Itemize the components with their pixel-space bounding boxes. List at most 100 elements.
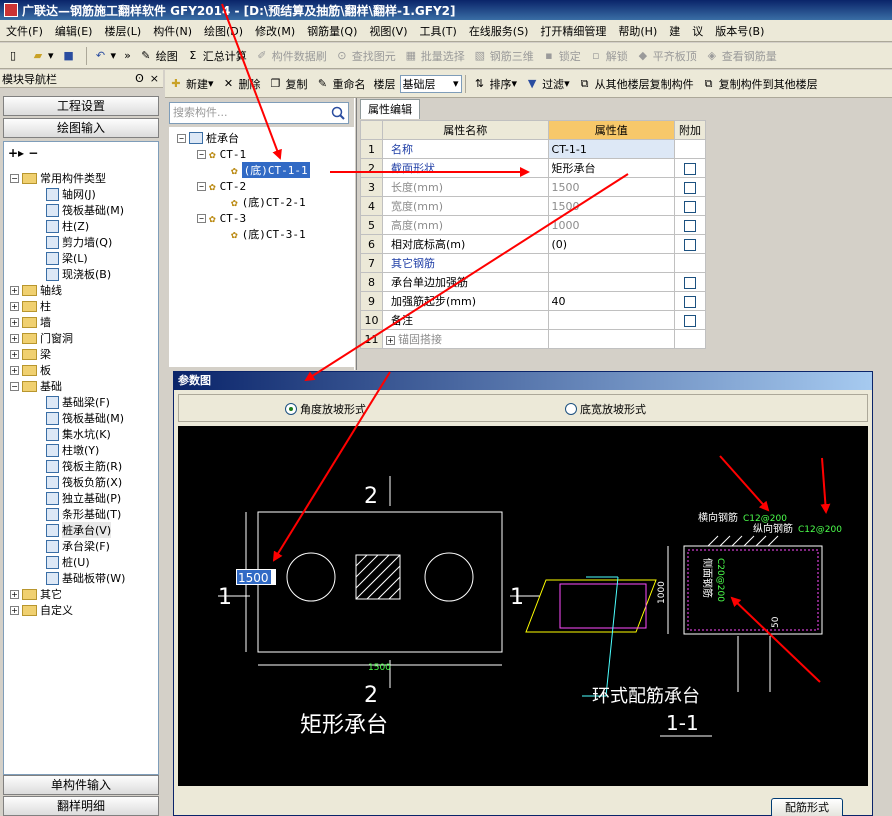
collapse-icon[interactable]: − [10,381,19,391]
comp-node-ct1[interactable]: − ✿ CT-1 [197,146,246,162]
collapse-icon[interactable]: − [177,133,186,143]
col-name-header[interactable]: 属性名称 [381,120,549,140]
tree-item-pier[interactable]: 柱墩(Y) [46,442,99,458]
close-icon[interactable]: × [150,72,159,85]
prop-value[interactable]: CT-1-1 [547,139,676,159]
prop-add[interactable] [674,196,706,216]
undo-button[interactable]: ↶ ▾ [90,49,121,63]
collapse-icon[interactable]: − [197,181,206,191]
menu-online[interactable]: 在线服务(S) [463,23,535,39]
sum-calc-button[interactable]: Σ 汇总计算 [182,48,251,64]
collapse-icon[interactable]: − [197,149,206,159]
open-file-button[interactable]: ▰ ▾ [27,49,58,63]
table-row[interactable]: 11 + 锚固搭接 [360,329,706,349]
expand-icon[interactable]: + [10,605,19,615]
prop-value[interactable] [547,310,676,330]
expand-icon[interactable]: + [385,335,395,345]
comp-node-pile-cap[interactable]: − 桩承台 [177,130,239,146]
comp-node-ct1-1[interactable]: ✿ (底)CT-1-1 [231,162,310,178]
tree-item-grid[interactable]: 轴网(J) [46,186,96,202]
tree-item-raft-found[interactable]: 筏板基础(M) [46,410,124,426]
brush-button[interactable]: ✐ 构件数据刷 [251,48,331,64]
new-component-button[interactable]: ✚ 新建 ▾ [165,76,218,92]
new-file-button[interactable]: ▯ [2,49,27,63]
prop-value[interactable]: (0) [547,234,676,254]
comp-node-ct2-1[interactable]: ✿ (底)CT-2-1 [231,194,306,210]
flat-slab-button[interactable]: ◆ 平齐板顶 [632,48,701,64]
unlock-button[interactable]: ▫ 解锁 [585,48,632,64]
prop-value[interactable] [547,272,676,292]
project-settings-button[interactable]: 工程设置 [3,96,159,116]
prop-add[interactable] [674,215,706,235]
prop-add[interactable] [674,234,706,254]
table-row[interactable]: 10 备注 [360,310,706,330]
table-row[interactable]: 3 长度(mm) 1500 [360,177,706,197]
chevron-down-icon[interactable]: ▾ [453,77,459,90]
tree-item-pile[interactable]: 桩(U) [46,554,90,570]
save-button[interactable]: ■ [58,49,83,63]
prop-add[interactable] [674,158,706,178]
tree-item-other[interactable]: + 其它 [10,586,62,602]
prop-value[interactable]: 40 [547,291,676,311]
pin-icon[interactable]: ʘ [135,72,144,85]
table-row[interactable]: 2 截面形状 矩形承台 [360,158,706,178]
menu-tools[interactable]: 工具(T) [414,23,463,39]
expand-icon[interactable]: + [10,333,19,343]
menu-suggest-1[interactable]: 建 [663,23,686,39]
search-icon[interactable] [330,105,346,121]
sort-button[interactable]: ⇅ 排序 ▾ [469,76,522,92]
menu-view[interactable]: 视图(V) [363,23,413,39]
add-checkbox[interactable] [684,200,696,213]
collapse-icon[interactable]: − [10,173,19,183]
splitter[interactable] [354,98,357,370]
tree-item-raft-main-bar[interactable]: 筏板主筋(R) [46,458,122,474]
add-checkbox[interactable] [684,295,696,308]
detail-button[interactable]: 翻样明细 [3,796,159,816]
table-row[interactable]: 4 宽度(mm) 1500 [360,196,706,216]
filter-button[interactable]: ▼ 过滤 ▾ [521,76,574,92]
col-add-header[interactable]: 附加 [674,120,706,140]
table-row[interactable]: 7 其它钢筋 [360,253,706,273]
single-component-button[interactable]: 单构件输入 [3,775,159,795]
width-slope-radio[interactable]: 底宽放坡形式 [565,401,646,417]
search-input[interactable]: 搜索构件... [169,102,349,124]
prop-add[interactable] [674,272,706,292]
tree-item-foundation[interactable]: − 基础 [10,378,62,394]
menu-suggest-2[interactable]: 议 [686,23,709,39]
tree-item-beam-group[interactable]: + 梁 [10,346,51,362]
tree-item-custom[interactable]: + 自定义 [10,602,73,618]
lock-button[interactable]: ▪ 锁定 [538,48,585,64]
menu-draw[interactable]: 绘图(D) [198,23,249,39]
expand-all-icon[interactable]: +▸ − [8,146,38,160]
tree-item-shear-wall[interactable]: 剪力墙(Q) [46,234,112,250]
copy-from-floor-button[interactable]: ⧉ 从其他楼层复制构件 [574,76,698,92]
table-row[interactable]: 6 相对底标高(m) (0) [360,234,706,254]
comp-node-ct3-1[interactable]: ✿ (底)CT-3-1 [231,226,306,242]
expand-icon[interactable]: + [10,285,19,295]
prop-value[interactable]: 1500 [547,196,676,216]
prop-add[interactable] [674,291,706,311]
comp-node-ct2[interactable]: − ✿ CT-2 [197,178,246,194]
collapse-icon[interactable]: − [197,213,206,223]
find-button[interactable]: ⊙ 查找图元 [331,48,400,64]
rebar-form-button[interactable]: 配筋形式 [771,798,843,816]
prop-value[interactable]: 矩形承台 [547,158,676,178]
menu-fine-manage[interactable]: 打开精细管理 [534,23,612,39]
table-row[interactable]: 5 高度(mm) 1000 [360,215,706,235]
prop-value[interactable] [547,329,676,349]
menu-modify[interactable]: 修改(M) [249,23,301,39]
table-row[interactable]: 1 名称 CT-1-1 [360,139,706,159]
add-checkbox[interactable] [684,219,696,232]
prop-value[interactable] [547,253,676,273]
expand-icon[interactable]: + [10,589,19,599]
tree-item-slab-group[interactable]: + 板 [10,362,51,378]
menu-file[interactable]: 文件(F) [0,23,49,39]
radio-on-icon[interactable] [285,403,297,415]
tree-item-common[interactable]: − 常用构件类型 [10,170,106,186]
expand-icon[interactable]: + [10,349,19,359]
copy-button[interactable]: ❐ 复制 [265,76,312,92]
tree-item-axis[interactable]: + 轴线 [10,282,62,298]
tree-item-found-strip[interactable]: 基础板带(W) [46,570,125,586]
tree-item-openings[interactable]: + 门窗洞 [10,330,73,346]
menu-edit[interactable]: 编辑(E) [49,23,99,39]
